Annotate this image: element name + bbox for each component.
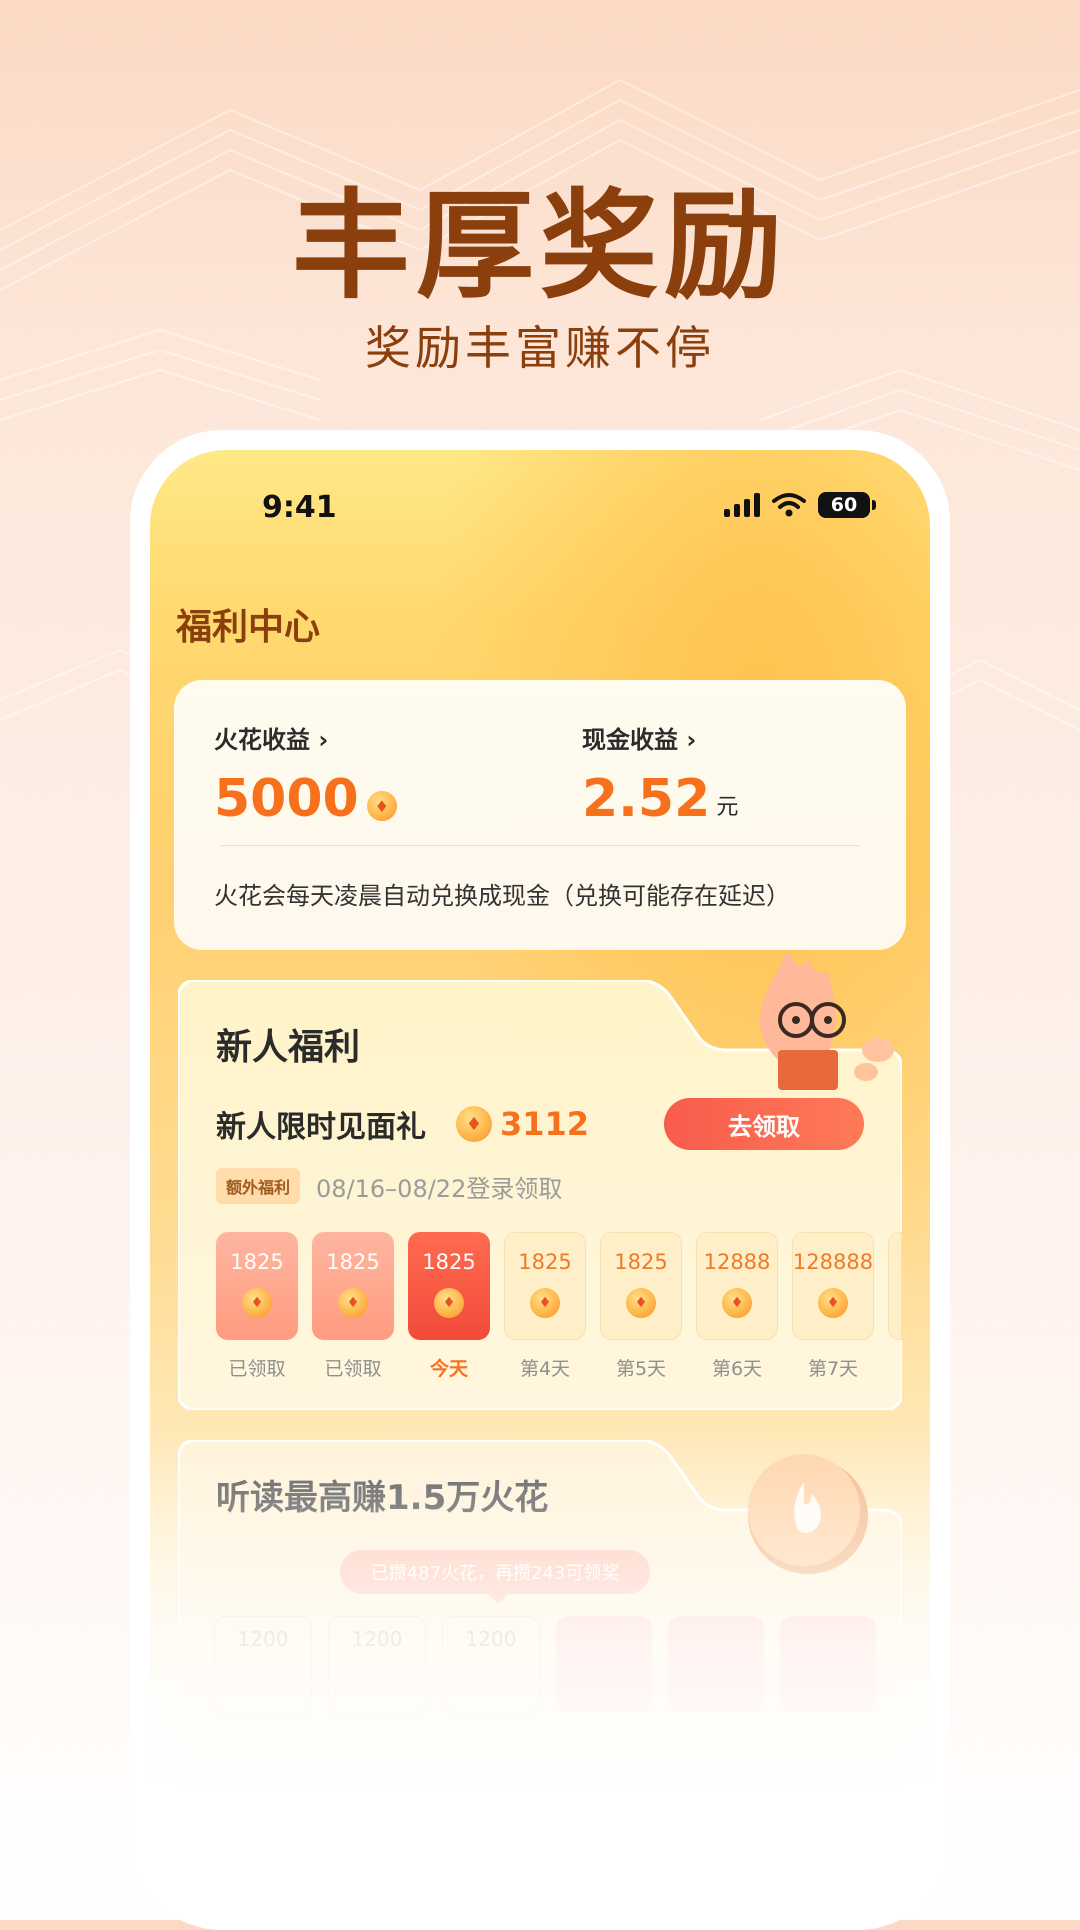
- daily-reward-value: 1825: [326, 1250, 380, 1274]
- daily-reward-value: 1825: [422, 1250, 476, 1274]
- spark-coin-icon: ♦: [626, 1288, 656, 1318]
- daily-reward-box: 128888 ♦: [792, 1232, 874, 1340]
- daily-reward-day[interactable]: 1825 ♦ 今天: [408, 1232, 490, 1381]
- daily-reward-box: 12888 ♦: [696, 1232, 778, 1340]
- gift-amount: 3112: [500, 1105, 590, 1143]
- extra-welfare-badge: 额外福利: [216, 1168, 301, 1204]
- daily-reward-day[interactable]: 1825 ♦ 已领取: [216, 1232, 298, 1381]
- daily-reward-box: 1825 ♦: [600, 1232, 682, 1340]
- daily-reward-box: 1825 ♦: [216, 1232, 298, 1340]
- divider: [220, 845, 860, 846]
- chevron-right-icon: ›: [686, 726, 697, 754]
- spark-coin-icon: ♦: [338, 1288, 368, 1318]
- exchange-note: 火花会每天凌晨自动兑换成现金（兑换可能存在延迟）: [214, 882, 790, 910]
- daily-reward-label: 第6天: [711, 1358, 763, 1380]
- spark-coin-icon: ♦: [530, 1288, 560, 1318]
- cash-earnings-value-row: 2.52 元: [582, 769, 738, 829]
- daily-reward-value: 128888: [792, 1250, 874, 1274]
- signal-icon: [724, 493, 760, 517]
- earnings-card: 火花收益 › 5000 ♦ 现金收益 › 2.52 元 火花会每天凌晨自动兑换成…: [174, 680, 906, 950]
- spark-coin-icon: ♦: [456, 1106, 492, 1142]
- battery-icon: 60: [818, 492, 876, 518]
- listen-title: 听读最高赚1.5万火花: [216, 1478, 549, 1518]
- claim-date-range: 08/16–08/22登录领取: [316, 1174, 563, 1203]
- daily-reward-day[interactable]: 128888 ♦ 第7天: [792, 1232, 874, 1381]
- extra-welfare-row: 额外福利 08/16–08/22登录领取: [216, 1168, 562, 1204]
- flame-mascot-icon: [760, 950, 894, 1090]
- daily-reward-day[interactable]: 1825 ♦ 第5天: [600, 1232, 682, 1381]
- spark-earnings-label: 火花收益 ›: [214, 726, 329, 754]
- daily-reward-label: 已领取: [324, 1358, 382, 1380]
- daily-reward-next-edge: [888, 1232, 902, 1340]
- status-icons: 60: [724, 492, 876, 518]
- spark-earnings-value: 5000: [214, 769, 359, 829]
- listen-reward-value: 1200: [465, 1627, 517, 1651]
- daily-reward-value: 1825: [230, 1250, 284, 1274]
- spark-earnings-value-row: 5000 ♦: [214, 769, 397, 829]
- spark-coin-icon: ♦: [818, 1288, 848, 1318]
- daily-reward-label: 今天: [429, 1358, 468, 1380]
- page-title: 福利中心: [176, 607, 321, 648]
- daily-reward-label: 第5天: [615, 1358, 667, 1380]
- newbie-welfare-card: 新人福利 新人限时见面礼 ♦ 3112 去领取 额外福利 08/16–08/22…: [178, 950, 902, 1410]
- newbie-title: 新人福利: [216, 1027, 361, 1068]
- listen-reward-box[interactable]: 1200: [442, 1616, 540, 1714]
- newbie-gift-row: 新人限时见面礼 ♦ 3112: [216, 1102, 589, 1146]
- daily-reward-label: 第4天: [519, 1358, 571, 1380]
- spark-earnings[interactable]: 火花收益 › 5000 ♦: [214, 720, 397, 829]
- listen-rewards-row: 1200 1200 1200: [214, 1616, 876, 1714]
- listen-reward-value: 1200: [351, 1627, 403, 1651]
- daily-reward-label: 已领取: [228, 1358, 286, 1380]
- gift-label: 新人限时见面礼: [216, 1110, 426, 1145]
- listen-progress-tooltip: 已攒487火花，再攒243可领奖: [340, 1550, 650, 1604]
- daily-reward-day[interactable]: 1825 ♦ 已领取: [312, 1232, 394, 1381]
- listen-reward-box[interactable]: 1200: [214, 1616, 312, 1714]
- daily-reward-value: 1825: [518, 1250, 572, 1274]
- promo-headline: 丰厚奖励: [291, 177, 788, 315]
- listen-reward-box[interactable]: [556, 1616, 652, 1712]
- wifi-icon: [772, 493, 806, 517]
- daily-reward-day[interactable]: 1825 ♦ 第4天: [504, 1232, 586, 1381]
- spark-coin-icon: ♦: [722, 1288, 752, 1318]
- listen-reward-box[interactable]: [780, 1616, 876, 1712]
- spark-coin-icon: ♦: [366, 791, 397, 821]
- promo-subline: 奖励丰富赚不停: [365, 321, 715, 375]
- daily-reward-box: 1825 ♦: [312, 1232, 394, 1340]
- daily-reward-box: 1825 ♦: [408, 1232, 490, 1340]
- spark-coin-icon: [748, 1454, 868, 1574]
- daily-reward-value: 12888: [703, 1250, 771, 1274]
- listen-reward-box[interactable]: 1200: [328, 1616, 426, 1714]
- listen-reward-box[interactable]: [668, 1616, 764, 1712]
- daily-reward-value: 1825: [614, 1250, 668, 1274]
- spark-coin-icon: ♦: [242, 1288, 272, 1318]
- daily-reward-label: 第7天: [807, 1358, 859, 1380]
- daily-reward-day[interactable]: 12888 ♦ 第6天: [696, 1232, 778, 1381]
- status-time: 9:41: [262, 490, 337, 525]
- cash-earnings[interactable]: 现金收益 › 2.52 元: [582, 720, 738, 829]
- listen-reward-value: 1200: [237, 1627, 289, 1651]
- daily-rewards-row: 1825 ♦ 已领取 1825 ♦ 已领取 1825 ♦ 今天 1825 ♦ 第4天 1825 ♦ 第5天 1…: [216, 1232, 902, 1381]
- claim-button[interactable]: 去领取: [664, 1098, 864, 1150]
- phone-screen: 9:41 60 福利中心 火花收益 › 5000 ♦ 现金收益 › 2.52 元…: [150, 450, 930, 1900]
- cash-unit: 元: [716, 795, 739, 820]
- listen-reward-card: 听读最高赚1.5万火花 已攒487火花，再攒243可领奖 1200 1200 1…: [178, 1440, 902, 1860]
- cash-earnings-label: 现金收益 ›: [582, 726, 697, 754]
- cash-earnings-value: 2.52: [582, 769, 711, 829]
- chevron-right-icon: ›: [318, 726, 329, 754]
- spark-coin-icon: ♦: [434, 1288, 464, 1318]
- daily-reward-box: 1825 ♦: [504, 1232, 586, 1340]
